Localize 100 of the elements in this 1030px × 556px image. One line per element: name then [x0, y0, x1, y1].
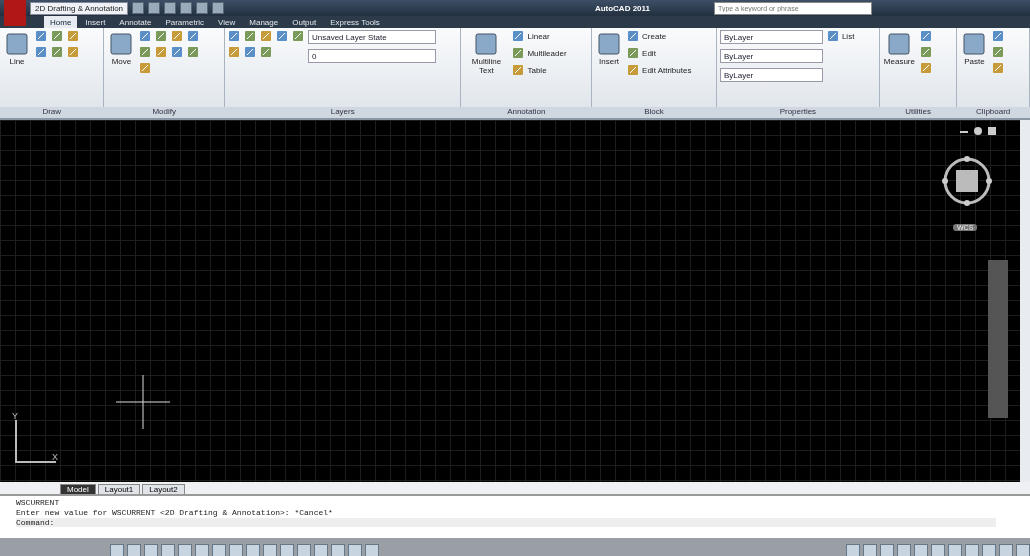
- status-toggle-icon[interactable]: [365, 544, 379, 556]
- ribbon-button[interactable]: Multileader: [512, 47, 567, 59]
- toolbar-icon[interactable]: [212, 2, 225, 14]
- ribbon-button[interactable]: Edit Attributes: [627, 64, 692, 76]
- tool-icon[interactable]: [171, 46, 184, 58]
- status-toggle-icon[interactable]: [246, 544, 260, 556]
- tool-icon[interactable]: [259, 46, 272, 58]
- dropdown[interactable]: 0: [307, 49, 436, 63]
- tool-icon[interactable]: [139, 46, 152, 58]
- status-toggle-icon[interactable]: [212, 544, 226, 556]
- ribbon-button[interactable]: Line: [3, 30, 31, 67]
- ribbon-button[interactable]: Linear: [512, 30, 567, 42]
- status-toggle-icon[interactable]: [982, 544, 996, 556]
- status-toggle-icon[interactable]: [863, 544, 877, 556]
- status-toggle-icon[interactable]: [195, 544, 209, 556]
- status-toggle-icon[interactable]: [229, 544, 243, 556]
- tool-icon[interactable]: [259, 30, 272, 42]
- status-toggle-icon[interactable]: [280, 544, 294, 556]
- ribbon-button[interactable]: Multiline Text: [464, 30, 509, 76]
- tool-icon[interactable]: [243, 46, 256, 58]
- status-toggle-icon[interactable]: [931, 544, 945, 556]
- toolbar-icon[interactable]: [164, 2, 177, 14]
- status-toggle-icon[interactable]: [263, 544, 277, 556]
- dropdown[interactable]: ByLayer: [719, 49, 823, 63]
- tool-icon[interactable]: [512, 64, 525, 76]
- status-toggle-icon[interactable]: [297, 544, 311, 556]
- panel-title[interactable]: Modify: [103, 107, 225, 118]
- tool-icon[interactable]: [139, 30, 152, 42]
- tool-icon[interactable]: [139, 62, 152, 74]
- tool-icon[interactable]: [67, 46, 79, 58]
- panel-title[interactable]: Properties: [715, 107, 880, 118]
- dropdown[interactable]: ByLayer: [719, 68, 823, 82]
- status-toggle-icon[interactable]: [110, 544, 124, 556]
- status-toggle-icon[interactable]: [880, 544, 894, 556]
- tool-icon[interactable]: [51, 46, 63, 58]
- panel-title[interactable]: Utilities: [878, 107, 958, 118]
- ribbon-tab[interactable]: Insert: [79, 16, 112, 28]
- tool-icon[interactable]: [627, 47, 640, 59]
- ribbon-tab[interactable]: Manage: [243, 16, 285, 28]
- panel-title[interactable]: Layers: [223, 107, 462, 118]
- status-toggle-icon[interactable]: [178, 544, 192, 556]
- ribbon-button[interactable]: Measure: [882, 30, 916, 67]
- status-toggle-icon[interactable]: [314, 544, 328, 556]
- tool-icon[interactable]: [171, 30, 184, 42]
- status-toggle-icon[interactable]: [948, 544, 962, 556]
- ribbon-tab[interactable]: Home: [44, 16, 78, 28]
- tool-icon[interactable]: [275, 30, 288, 42]
- tool-icon[interactable]: [155, 30, 168, 42]
- dropdown[interactable]: ByLayer: [719, 30, 823, 44]
- ribbon-tab[interactable]: Parametric: [159, 16, 211, 28]
- tool-icon[interactable]: [291, 30, 304, 42]
- tool-icon[interactable]: [155, 46, 168, 58]
- status-toggle-icon[interactable]: [999, 544, 1013, 556]
- ribbon-button[interactable]: List: [826, 30, 855, 42]
- panel-title[interactable]: Clipboard: [956, 107, 1030, 118]
- tool-icon[interactable]: [920, 62, 932, 74]
- dropdown[interactable]: Unsaved Layer State: [307, 30, 436, 44]
- ribbon-button[interactable]: Table: [512, 64, 567, 76]
- tool-icon[interactable]: [627, 30, 640, 42]
- status-toggle-icon[interactable]: [331, 544, 345, 556]
- tool-icon[interactable]: [992, 46, 1005, 58]
- tool-icon[interactable]: [67, 30, 79, 42]
- status-toggle-icon[interactable]: [348, 544, 362, 556]
- toolbar-icon[interactable]: [196, 2, 209, 14]
- tool-icon[interactable]: [826, 30, 839, 42]
- ribbon-button[interactable]: Paste: [960, 30, 989, 67]
- toolbar-icon[interactable]: [180, 2, 193, 14]
- status-toggle-icon[interactable]: [127, 544, 141, 556]
- ribbon-tab[interactable]: Annotate: [113, 16, 158, 28]
- status-toggle-icon[interactable]: [144, 544, 158, 556]
- tool-icon[interactable]: [512, 47, 525, 59]
- panel-title[interactable]: Annotation: [460, 107, 593, 118]
- tool-icon[interactable]: [51, 30, 63, 42]
- tool-icon[interactable]: [243, 30, 256, 42]
- tool-icon[interactable]: [992, 62, 1005, 74]
- ribbon-tab[interactable]: Express Tools: [324, 16, 386, 28]
- ribbon-tab[interactable]: View: [212, 16, 242, 28]
- viewport-controls-icon[interactable]: [958, 126, 998, 136]
- panel-title[interactable]: Block: [591, 107, 717, 118]
- ribbon-button[interactable]: Move: [107, 30, 136, 67]
- tool-icon[interactable]: [187, 46, 200, 58]
- tool-icon[interactable]: [35, 46, 47, 58]
- status-toggle-icon[interactable]: [846, 544, 860, 556]
- ribbon-button[interactable]: Insert: [595, 30, 624, 67]
- status-toggle-icon[interactable]: [965, 544, 979, 556]
- status-toggle-icon[interactable]: [897, 544, 911, 556]
- tool-icon[interactable]: [227, 46, 240, 58]
- tool-icon[interactable]: [920, 46, 932, 58]
- toolbar-icon[interactable]: [148, 2, 161, 14]
- ribbon-button[interactable]: Edit: [627, 47, 692, 59]
- status-toggle-icon[interactable]: [1016, 544, 1030, 556]
- tool-icon[interactable]: [227, 30, 240, 42]
- status-toggle-icon[interactable]: [161, 544, 175, 556]
- panel-title[interactable]: Draw: [0, 107, 105, 118]
- ribbon-button[interactable]: Create: [627, 30, 692, 42]
- tool-icon[interactable]: [920, 30, 932, 42]
- tool-icon[interactable]: [627, 64, 640, 76]
- status-toggle-icon[interactable]: [914, 544, 928, 556]
- workspace-dropdown[interactable]: 2D Drafting & Annotation: [30, 1, 129, 15]
- toolbar-icon[interactable]: [132, 2, 145, 14]
